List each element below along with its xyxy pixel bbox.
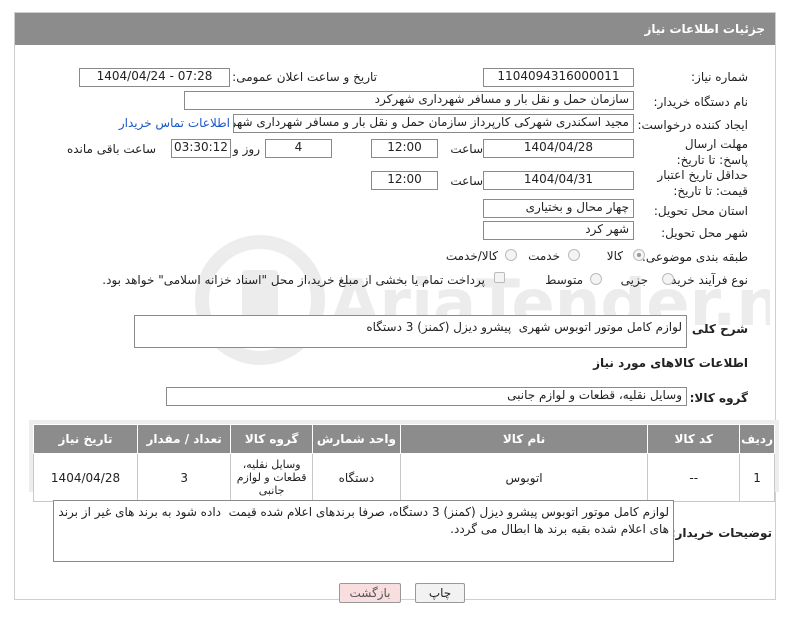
cell-item-name: اتوبوس <box>399 453 649 502</box>
days-field: 4 <box>265 139 332 158</box>
category-option-goods: کالا <box>606 249 623 263</box>
category-option-service: خدمت <box>528 249 560 263</box>
deadline-time-field: 12:00 <box>371 139 438 158</box>
announce-label: تاریخ و ساعت اعلان عمومی: <box>232 70 377 84</box>
city-field: شهر کرد <box>483 221 634 240</box>
category-option-goods-service: کالا/خدمت <box>445 249 498 263</box>
remaining-time-field: 03:30:12 <box>171 139 231 158</box>
treasury-payment-note: پرداخت تمام یا بخشی از مبلغ خرید،از محل … <box>102 273 485 287</box>
cell-row-number: 1 <box>739 453 775 502</box>
panel-header: جزئیات اطلاعات نیاز <box>15 13 775 45</box>
city-label: شهر محل تحویل: <box>661 226 748 240</box>
goods-group-field: وسایل نقلیه، قطعات و لوازم جانبی <box>166 387 687 406</box>
col-header-unit: واحد شمارش <box>312 424 401 454</box>
buyer-notes-textarea[interactable]: لوازم کامل موتور اتوبوس پیشرو دیزل (کمنز… <box>53 500 674 562</box>
province-label: استان محل تحویل: <box>653 204 748 218</box>
col-header-quantity: تعداد / مقدار <box>137 424 232 454</box>
days-label: روز و <box>233 142 260 156</box>
cell-quantity: 3 <box>137 453 232 502</box>
process-option-minor: جزیی <box>620 273 648 287</box>
table-row: 1 -- اتوبوس دستگاه وسایل نقلیه، قطعات و … <box>32 453 775 502</box>
process-label: نوع فرآیند خرید : <box>663 273 748 287</box>
buyer-notes-label: توضیحات خریدار: <box>670 526 772 540</box>
col-header-item-code: کد کالا <box>647 424 741 454</box>
buyer-contact-link[interactable]: اطلاعات تماس خریدار <box>119 116 230 130</box>
col-header-item-group: گروه کالا <box>230 424 313 454</box>
panel-title: جزئیات اطلاعات نیاز <box>644 22 765 36</box>
need-number-label: شماره نیاز: <box>691 70 748 84</box>
buyer-field: سازمان حمل و نقل بار و مسافر شهرداری شهر… <box>184 91 634 110</box>
col-header-item-name: نام کالا <box>399 424 649 454</box>
category-label: طبقه بندی موضوعی: <box>641 250 748 264</box>
creator-label: ایجاد کننده درخواست: <box>637 118 748 132</box>
col-header-row-number: ردیف <box>739 424 775 454</box>
process-radio-minor[interactable] <box>662 273 674 285</box>
deadline-date-field: 1404/04/28 <box>483 139 634 158</box>
cell-need-date: 1404/04/28 <box>32 453 139 502</box>
validity-time-field: 12:00 <box>371 171 438 190</box>
goods-section-title: اطلاعات کالاهای مورد نیاز <box>593 356 748 370</box>
validity-date-field: 1404/04/31 <box>483 171 634 190</box>
announce-field: 1404/04/24 - 07:28 <box>79 68 230 87</box>
back-button[interactable]: بازگشت <box>339 583 401 603</box>
process-radio-medium[interactable] <box>590 273 602 285</box>
items-table-header-row: ردیف کد کالا نام کالا واحد شمارش گروه کا… <box>32 424 775 454</box>
validity-label: حداقل تاریخ اعتبار قیمت: تا تاریخ: <box>657 168 748 198</box>
need-number-field: 1104094316000011 <box>483 68 634 87</box>
cell-unit: دستگاه <box>312 453 401 502</box>
deadline-label: مهلت ارسال پاسخ: تا تاریخ: <box>676 137 748 167</box>
process-option-medium: متوسط <box>545 273 583 287</box>
validity-time-label: ساعت <box>450 174 483 188</box>
print-button[interactable]: چاپ <box>415 583 465 603</box>
category-radio-goods[interactable] <box>633 249 645 261</box>
deadline-time-label: ساعت <box>450 142 483 156</box>
col-header-need-date: تاریخ نیاز <box>32 424 139 454</box>
description-textarea[interactable]: لوازم کامل موتور اتوبوس شهری پیشرو دیزل … <box>134 315 687 348</box>
cell-item-group: وسایل نقلیه، قطعات و لوازم جانبی <box>230 453 313 502</box>
province-field: چهار محال و بختیاری <box>483 199 634 218</box>
items-table: ردیف کد کالا نام کالا واحد شمارش گروه کا… <box>32 424 775 502</box>
creator-field: مجید اسکندری شهرکی کارپرداز سازمان حمل و… <box>233 114 634 133</box>
category-radio-goods-service[interactable] <box>505 249 517 261</box>
goods-group-label: گروه کالا: <box>689 391 748 405</box>
category-radio-service[interactable] <box>568 249 580 261</box>
buyer-label: نام دستگاه خریدار: <box>653 95 749 109</box>
remaining-label: ساعت باقی مانده <box>66 142 156 156</box>
treasury-payment-checkbox[interactable] <box>494 272 505 283</box>
cell-item-code: -- <box>647 453 741 502</box>
